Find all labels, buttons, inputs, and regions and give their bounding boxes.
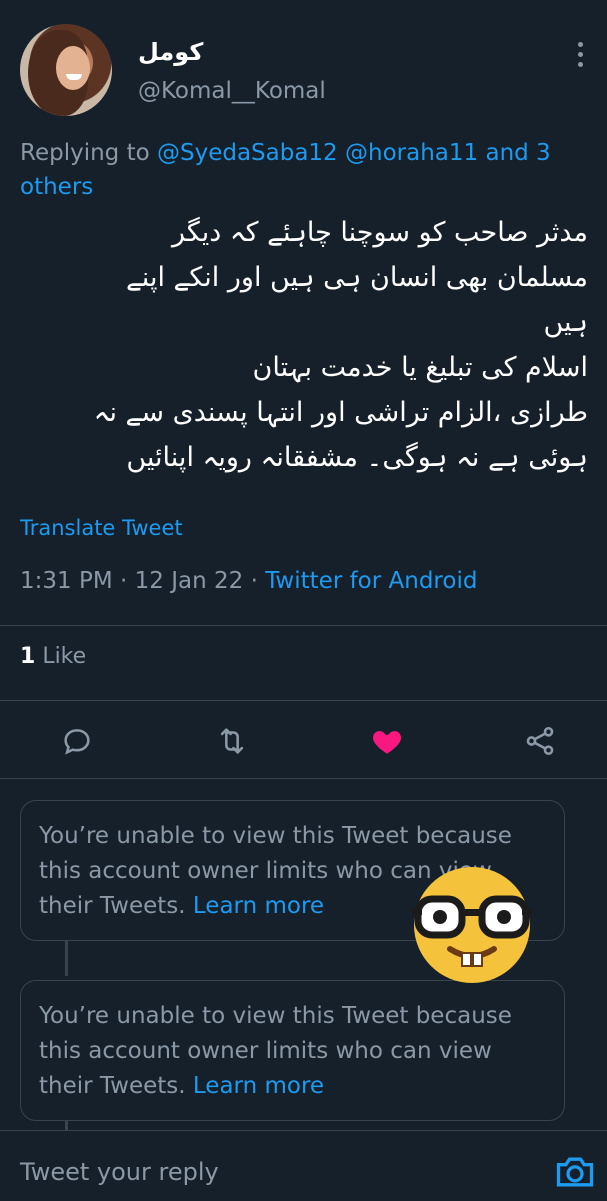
author-name[interactable]: کومل xyxy=(138,38,203,66)
reply-icon[interactable] xyxy=(57,721,97,761)
tweet-date: 12 Jan 22 xyxy=(134,568,244,594)
share-icon[interactable] xyxy=(520,721,560,761)
likes-number: 1 xyxy=(20,644,36,669)
tweet-source[interactable]: Twitter for Android xyxy=(265,568,477,594)
nerd-emoji xyxy=(410,865,534,985)
camera-icon[interactable] xyxy=(552,1150,598,1194)
learn-more-link[interactable]: Learn more xyxy=(193,893,324,919)
author-handle[interactable]: @Komal__Komal xyxy=(138,78,326,104)
tweet-time: 1:31 PM xyxy=(20,568,113,594)
replying-to: Replying to @SyedaSaba12 @horaha11 and 3… xyxy=(20,136,580,204)
avatar[interactable] xyxy=(20,24,112,116)
reply-input[interactable]: Tweet your reply xyxy=(20,1158,219,1186)
retweet-icon[interactable] xyxy=(212,721,252,761)
likes-label: Like xyxy=(42,644,87,669)
tweet-meta: 1:31 PM · 12 Jan 22 · Twitter for Androi… xyxy=(20,568,478,594)
thread-line xyxy=(65,940,68,976)
replying-and[interactable]: and 3 xyxy=(485,140,550,166)
divider xyxy=(0,625,607,626)
replying-prefix: Replying to xyxy=(20,140,150,166)
like-icon[interactable] xyxy=(367,721,407,761)
likes-count[interactable]: 1 Like xyxy=(20,644,86,669)
hidden-tweet-card: You’re unable to view this Tweet because… xyxy=(20,980,565,1121)
translate-tweet-link[interactable]: Translate Tweet xyxy=(20,516,183,540)
tweet-text: مدثر صاحب کو سوچنا چاہئے کہ دیگر مسلمان … xyxy=(93,217,588,473)
divider xyxy=(0,700,607,701)
replying-others-link[interactable]: others xyxy=(20,174,93,200)
more-icon[interactable] xyxy=(568,42,592,72)
action-bar xyxy=(0,715,607,765)
divider xyxy=(0,778,607,779)
learn-more-link[interactable]: Learn more xyxy=(193,1073,324,1099)
replying-users-link[interactable]: @SyedaSaba12 @horaha11 xyxy=(157,140,478,166)
thread-line xyxy=(65,1120,68,1130)
